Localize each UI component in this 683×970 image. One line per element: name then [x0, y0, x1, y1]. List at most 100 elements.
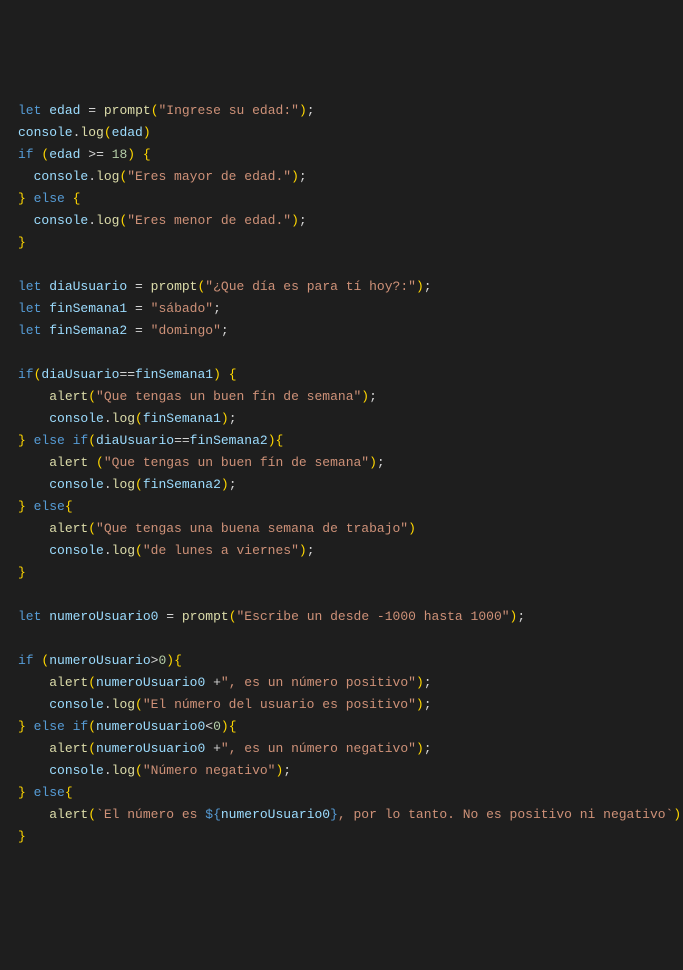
- obj-console: console: [34, 213, 89, 228]
- keyword-let: let: [18, 301, 41, 316]
- obj-console: console: [34, 169, 89, 184]
- var-finSemana1: finSemana1: [143, 411, 221, 426]
- fn-log: log: [96, 169, 119, 184]
- code-line: console.log("Número negativo");: [18, 763, 291, 778]
- fn-log: log: [112, 697, 135, 712]
- code-line: alert(`El número es ${numeroUsuario0}, p…: [18, 807, 681, 822]
- string: "Escribe un desde -1000 hasta 1000": [237, 609, 510, 624]
- string: "Eres mayor de edad.": [127, 169, 291, 184]
- var-diaUsuario: diaUsuario: [49, 279, 127, 294]
- var-diaUsuario: diaUsuario: [41, 367, 119, 382]
- code-line: console.log("El número del usuario es po…: [18, 697, 432, 712]
- code-line: alert(numeroUsuario0 +", es un número ne…: [18, 741, 432, 756]
- code-line: alert("Que tengas una buena semana de tr…: [18, 521, 416, 536]
- keyword-let: let: [18, 323, 41, 338]
- fn-alert: alert: [49, 675, 88, 690]
- keyword-elseif: else if: [34, 433, 89, 448]
- fn-alert: alert: [49, 741, 88, 756]
- fn-prompt: prompt: [182, 609, 229, 624]
- code-line: alert("Que tengas un buen fín de semana"…: [18, 389, 377, 404]
- code-line: if (edad >= 18) {: [18, 147, 151, 162]
- fn-alert: alert: [49, 807, 88, 822]
- fn-log: log: [112, 543, 135, 558]
- var-finSemana2: finSemana2: [49, 323, 127, 338]
- var-edad: edad: [49, 103, 80, 118]
- code-line: console.log("Eres mayor de edad.");: [18, 169, 307, 184]
- var-diaUsuario: diaUsuario: [96, 433, 174, 448]
- code-line: console.log("de lunes a viernes");: [18, 543, 315, 558]
- obj-console: console: [49, 763, 104, 778]
- code-editor[interactable]: let edad = prompt("Ingrese su edad:"); c…: [18, 100, 665, 848]
- code-line: console.log(edad): [18, 125, 151, 140]
- keyword-elseif: else if: [34, 719, 89, 734]
- string: ", es un número negativo": [221, 741, 416, 756]
- code-line: let numeroUsuario0 = prompt("Escribe un …: [18, 609, 525, 624]
- code-line: alert(numeroUsuario0 +", es un número po…: [18, 675, 432, 690]
- code-line: let finSemana1 = "sábado";: [18, 301, 221, 316]
- string: "Que tengas un buen fín de semana": [104, 455, 369, 470]
- code-line: if (numeroUsuario>0){: [18, 653, 182, 668]
- fn-alert: alert: [49, 389, 88, 404]
- code-line: }: [18, 565, 26, 580]
- keyword-if: if: [18, 653, 34, 668]
- keyword-let: let: [18, 103, 41, 118]
- keyword-if: if: [18, 367, 34, 382]
- keyword-else: else: [34, 785, 65, 800]
- fn-log: log: [112, 411, 135, 426]
- code-line: } else{: [18, 785, 73, 800]
- string: "sábado": [151, 301, 213, 316]
- obj-console: console: [18, 125, 73, 140]
- string: "Ingrese su edad:": [159, 103, 299, 118]
- keyword-else: else: [34, 499, 65, 514]
- obj-console: console: [49, 543, 104, 558]
- number: 0: [213, 719, 221, 734]
- obj-console: console: [49, 477, 104, 492]
- keyword-else: else: [34, 191, 65, 206]
- keyword-let: let: [18, 279, 41, 294]
- obj-console: console: [49, 411, 104, 426]
- code-line: } else{: [18, 499, 73, 514]
- fn-log: log: [80, 125, 103, 140]
- var-edad: edad: [49, 147, 80, 162]
- obj-console: console: [49, 697, 104, 712]
- code-line: console.log(finSemana2);: [18, 477, 237, 492]
- var-numeroUsuario0: numeroUsuario0: [96, 741, 205, 756]
- fn-prompt: prompt: [151, 279, 198, 294]
- keyword-if: if: [18, 147, 34, 162]
- var-numeroUsuario0: numeroUsuario0: [96, 675, 205, 690]
- string: "El número del usuario es positivo": [143, 697, 416, 712]
- fn-log: log: [112, 763, 135, 778]
- var-finSemana2: finSemana2: [143, 477, 221, 492]
- string: "de lunes a viernes": [143, 543, 299, 558]
- code-line: } else {: [18, 191, 80, 206]
- var-finSemana1: finSemana1: [49, 301, 127, 316]
- var-numeroUsuario0: numeroUsuario0: [221, 807, 330, 822]
- fn-log: log: [112, 477, 135, 492]
- string: "Número negativo": [143, 763, 276, 778]
- number: 18: [112, 147, 128, 162]
- string: "domingo": [151, 323, 221, 338]
- string: "Que tengas una buena semana de trabajo": [96, 521, 408, 536]
- var-numeroUsuario0: numeroUsuario0: [49, 609, 158, 624]
- fn-alert: alert: [49, 455, 88, 470]
- var-finSemana1: finSemana1: [135, 367, 213, 382]
- code-line: } else if(diaUsuario==finSemana2){: [18, 433, 283, 448]
- template-string: `El número es: [96, 807, 205, 822]
- code-line: }: [18, 829, 26, 844]
- string: "Eres menor de edad.": [127, 213, 291, 228]
- template-string: , por lo tanto. No es positivo ni negati…: [338, 807, 673, 822]
- code-line: console.log("Eres menor de edad.");: [18, 213, 307, 228]
- var-finSemana2: finSemana2: [190, 433, 268, 448]
- fn-log: log: [96, 213, 119, 228]
- keyword-let: let: [18, 609, 41, 624]
- fn-prompt: prompt: [104, 103, 151, 118]
- string: "¿Que día es para tí hoy?:": [205, 279, 416, 294]
- string: ", es un número positivo": [221, 675, 416, 690]
- code-line: } else if(numeroUsuario0<0){: [18, 719, 237, 734]
- var-edad: edad: [112, 125, 143, 140]
- string: "Que tengas un buen fín de semana": [96, 389, 361, 404]
- code-line: }: [18, 235, 26, 250]
- code-line: let diaUsuario = prompt("¿Que día es par…: [18, 279, 432, 294]
- fn-alert: alert: [49, 521, 88, 536]
- code-line: if(diaUsuario==finSemana1) {: [18, 367, 237, 382]
